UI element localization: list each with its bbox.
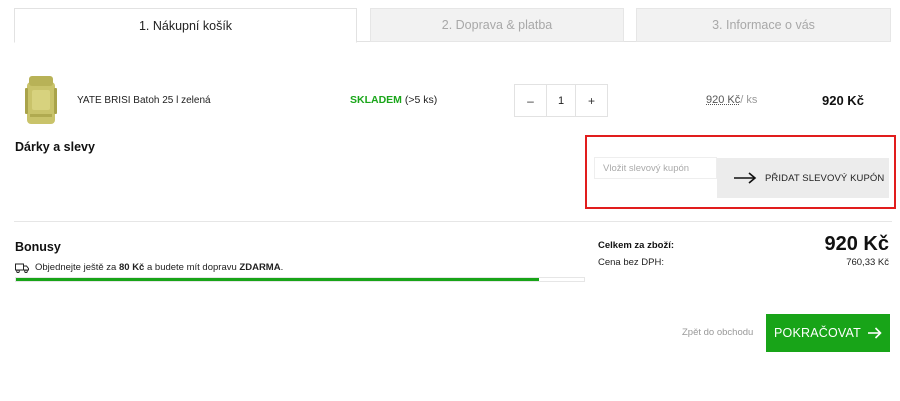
bonus-free: ZDARMA <box>239 262 281 273</box>
progress-fill <box>16 278 539 281</box>
truck-icon <box>15 263 29 273</box>
product-image[interactable] <box>22 74 60 126</box>
quantity-decrease-button[interactable]: – <box>515 85 546 116</box>
bonus-text-middle: a budete mít dopravu <box>146 262 237 273</box>
continue-button[interactable]: POKRAČOVAT <box>766 314 890 352</box>
free-shipping-progress <box>15 277 585 282</box>
bonus-title: Bonusy <box>15 240 61 254</box>
bonus-text-suffix: . <box>280 262 284 273</box>
section-divider <box>14 221 892 222</box>
coupon-input[interactable] <box>594 157 717 179</box>
checkout-steps: 1. Nákupní košík 2. Doprava & platba 3. … <box>14 8 891 43</box>
arrow-right-icon <box>734 172 757 184</box>
add-coupon-label: PŘIDAT SLEVOVÝ KUPÓN <box>765 172 885 184</box>
tab-cart[interactable]: 1. Nákupní košík <box>14 8 357 43</box>
unit-price-suffix: / ks <box>740 94 758 106</box>
continue-label: POKRAČOVAT <box>774 326 861 340</box>
total-label: Celkem za zboží: <box>598 240 675 251</box>
stock-info: SKLADEM (>5 ks) <box>350 94 437 106</box>
total-value: 920 Kč <box>824 233 890 255</box>
product-name[interactable]: YATE BRISI Batoh 25 l zelená <box>77 95 211 106</box>
tab-customer-info[interactable]: 3. Informace o vás <box>636 8 891 42</box>
add-coupon-button[interactable]: PŘIDAT SLEVOVÝ KUPÓN <box>717 158 889 198</box>
item-total-price: 920 Kč <box>822 93 864 108</box>
bonus-text-prefix: Objednejte ještě za <box>35 262 117 273</box>
net-price-value: 760,33 Kč <box>846 257 889 268</box>
free-shipping-message: Objednejte ještě za 80 Kč a budete mít d… <box>15 262 283 273</box>
gifts-discounts-title: Dárky a slevy <box>15 140 95 154</box>
unit-price: 920 Kč/ ks <box>706 94 757 106</box>
back-to-shop-link[interactable]: Zpět do obchodu <box>682 327 753 338</box>
quantity-input[interactable]: 1 <box>546 85 576 116</box>
stock-quantity: (>5 ks) <box>404 94 438 106</box>
arrow-right-icon <box>867 327 882 339</box>
quantity-stepper: – 1 + <box>514 84 608 117</box>
quantity-increase-button[interactable]: + <box>576 85 607 116</box>
tab-shipping-payment[interactable]: 2. Doprava & platba <box>370 8 624 42</box>
bonus-amount: 80 Kč <box>118 262 145 273</box>
net-price-label: Cena bez DPH: <box>598 257 665 268</box>
stock-status: SKLADEM <box>350 94 402 106</box>
unit-price-amount: 920 Kč <box>706 94 741 106</box>
